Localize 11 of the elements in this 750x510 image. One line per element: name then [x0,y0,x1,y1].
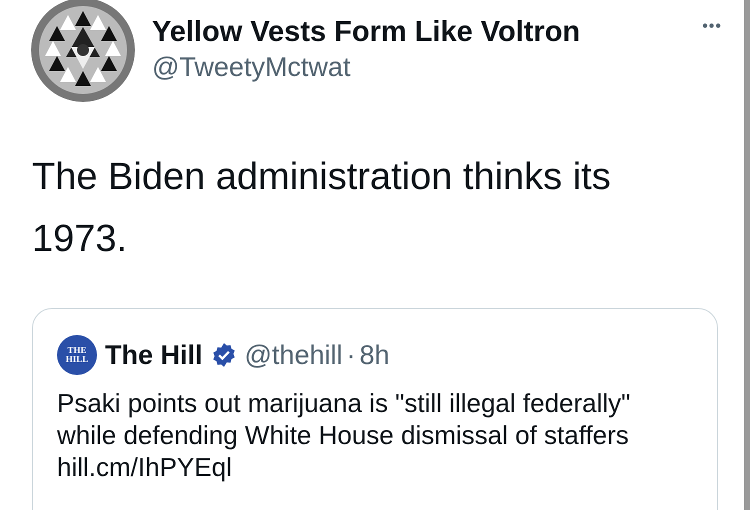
avatar-logo[interactable]: THE HILL [57,335,97,375]
quoted-tweet-card[interactable]: THE HILL The Hill @thehill·8h Psaki points out marijuana is "still illegal federally" while defending White House dismissal of staffers hill.cm/IhPYEql [32,308,718,510]
more-menu[interactable]: ••• [702,18,722,36]
separator: · [346,340,356,370]
quoted-tweet-text: Psaki points out marijuana is "still illegal federally" while defending White House dismissal of staffers hill.cm/IhPYEql [57,387,632,483]
author-name[interactable]: Yellow Vests Form Like Voltron [152,14,580,50]
timestamp[interactable]: 8h [359,340,390,370]
quoted-author-name[interactable]: The Hill [105,340,203,370]
tweet-text: The Biden administration thinks its 1973. [31,155,612,262]
author-handle[interactable]: @TweetyMctwat [152,50,580,84]
quoted-author-handle[interactable]: @thehill [244,340,342,370]
